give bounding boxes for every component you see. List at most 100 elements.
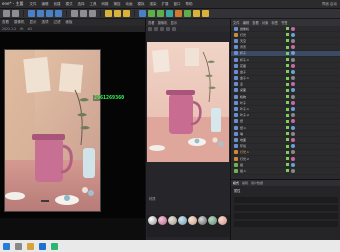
z-axis-icon[interactable] [89,10,96,17]
material-swatch[interactable] [198,216,207,225]
visibility-check-icon[interactable] [286,113,289,117]
render-view-icon[interactable] [105,10,112,17]
material-tag-icon[interactable] [291,137,295,142]
render-menu-item[interactable]: 查看 [148,20,155,25]
visibility-check-icon[interactable] [286,64,289,68]
menu-item[interactable]: 网格 [101,2,108,7]
viewport-menu-item[interactable]: 查看 [2,20,9,25]
attribute-tab[interactable]: 用户数据 [251,181,263,185]
visibility-check-icon[interactable] [286,132,289,136]
viewport-menu-item[interactable]: 选项 [42,20,49,25]
material-swatch[interactable] [178,216,187,225]
menu-item[interactable]: 模拟 [137,2,144,7]
attribute-tab[interactable]: 编辑 [242,181,248,185]
object-menu-item[interactable]: 编辑 [243,20,250,25]
material-tag-icon[interactable] [291,107,295,112]
menu-item[interactable]: 文件 [29,2,36,7]
material-swatch[interactable] [148,216,157,225]
camera-icon[interactable] [193,10,200,17]
render-viewport[interactable]: 查看 摄像机 显示 材质 [145,19,230,240]
visibility-check-icon[interactable] [286,51,289,55]
visibility-check-icon[interactable] [286,101,289,105]
visibility-check-icon[interactable] [286,163,289,167]
menu-item[interactable]: 渲染 [149,2,156,7]
render-menu-item[interactable]: 显示 [170,20,177,25]
material-tag-icon[interactable] [291,168,295,173]
visibility-check-icon[interactable] [286,76,289,80]
visibility-check-icon[interactable] [286,157,289,161]
material-tag-icon[interactable] [291,69,295,74]
deformer-icon[interactable] [175,10,182,17]
material-tag-icon[interactable] [291,57,295,62]
settings-icon[interactable] [172,27,176,31]
viewport-menu-item[interactable]: 摄像机 [14,20,25,25]
render-menu-item[interactable]: 摄像机 [158,20,168,25]
menu-item[interactable]: 选择 [77,2,84,7]
visibility-check-icon[interactable] [286,169,289,173]
viewport-menu-item[interactable]: 面板 [66,20,73,25]
object-menu-item[interactable]: 文件 [233,20,240,25]
scene-icon[interactable] [184,10,191,17]
y-axis-icon[interactable] [80,10,87,17]
material-tag-icon[interactable] [291,162,295,167]
material-tag-icon[interactable] [291,113,295,118]
select-icon[interactable] [28,10,35,17]
material-tag-icon[interactable] [291,63,295,68]
visibility-check-icon[interactable] [286,119,289,123]
redo-icon[interactable] [12,10,19,17]
object-menu-item[interactable]: 查看 [252,20,259,25]
spline-pen-icon[interactable] [148,10,155,17]
visibility-check-icon[interactable] [286,150,289,154]
material-tag-icon[interactable] [291,119,295,124]
render-settings-icon[interactable] [123,10,130,17]
material-tag-icon[interactable] [291,94,295,99]
material-tag-icon[interactable] [291,144,295,149]
menu-item[interactable]: 扩展 [161,2,168,7]
material-swatch[interactable] [168,216,177,225]
menu-item[interactable]: 工具 [89,2,96,7]
layout-label[interactable]: 界面 启动 [322,2,337,7]
material-tag-icon[interactable] [291,156,295,161]
region-icon[interactable] [160,27,164,31]
perspective-viewport[interactable]: 查看 摄像机 显示 选项 过滤 面板 2022.1.2 fit #2 29612… [0,19,145,240]
cinema4d-icon[interactable] [39,242,46,250]
visibility-check-icon[interactable] [286,82,289,86]
menu-item[interactable]: 创建 [53,2,60,7]
cloner-icon[interactable] [166,10,173,17]
visibility-check-icon[interactable] [286,39,289,43]
rotate-icon[interactable] [55,10,62,17]
visibility-check-icon[interactable] [286,45,289,49]
material-swatch[interactable] [208,216,217,225]
material-swatch[interactable] [188,216,197,225]
material-tag-icon[interactable] [291,38,295,43]
visibility-check-icon[interactable] [286,95,289,99]
stop-icon[interactable] [148,27,152,31]
visibility-check-icon[interactable] [286,33,289,37]
material-tag-icon[interactable] [291,32,295,37]
search-icon[interactable] [15,242,22,250]
refresh-icon[interactable] [154,27,158,31]
menu-item[interactable]: 模式 [65,2,72,7]
cube-icon[interactable] [139,10,146,17]
material-tag-icon[interactable] [291,131,295,136]
render-icon[interactable] [114,10,121,17]
visibility-check-icon[interactable] [286,27,289,31]
visibility-check-icon[interactable] [286,70,289,74]
attribute-field[interactable] [234,197,338,203]
folder-icon[interactable] [27,242,34,250]
scale-icon[interactable] [46,10,53,17]
attribute-field[interactable] [234,221,338,227]
attribute-tab[interactable]: 模式 [233,181,239,185]
menu-item[interactable]: 窗口 [173,2,180,7]
visibility-check-icon[interactable] [286,144,289,148]
menu-item[interactable]: 捕捉 [113,2,120,7]
menu-item[interactable]: 编辑 [41,2,48,7]
zoom-icon[interactable] [166,27,170,31]
material-tag-icon[interactable] [291,82,295,87]
visibility-check-icon[interactable] [286,138,289,142]
start-icon[interactable] [3,242,10,250]
undo-icon[interactable] [3,10,10,17]
material-tag-icon[interactable] [291,150,295,155]
material-tag-icon[interactable] [291,88,295,93]
object-row[interactable]: 组.1 [231,168,340,175]
